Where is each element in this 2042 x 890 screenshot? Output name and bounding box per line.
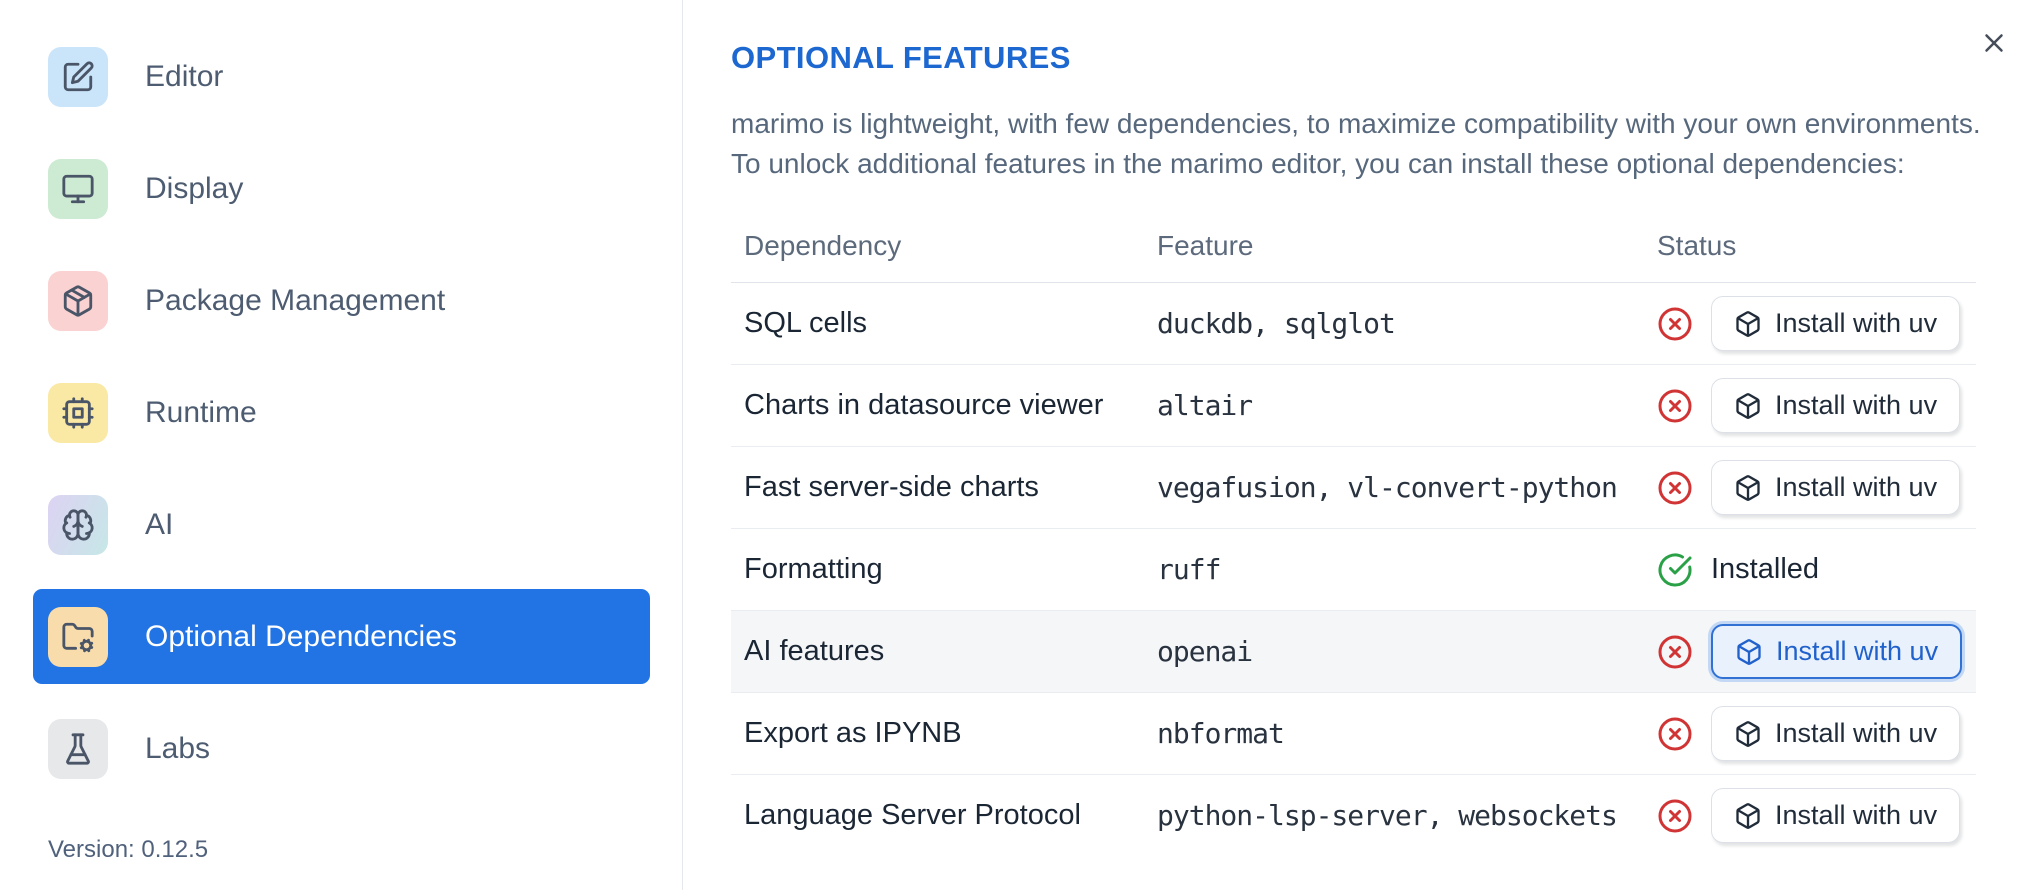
description-line: marimo is lightweight, with few dependen… xyxy=(731,108,1981,139)
sidebar-item-label: Display xyxy=(145,171,244,205)
box-icon xyxy=(1736,720,1760,747)
sidebar-nav: Editor Display Package Management Runtime AI… xyxy=(33,0,650,796)
feature-cell: ruff xyxy=(1157,528,1657,611)
header-dependency: Dependency xyxy=(731,204,1157,283)
feature-cell: openai xyxy=(1157,610,1657,693)
sidebar-item-ai[interactable]: AI xyxy=(33,477,650,572)
install-with-uv-button[interactable]: Install with uv xyxy=(1711,460,1961,515)
table-row: Charts in datasource viewer altair Install… xyxy=(731,364,1976,447)
sidebar-item-label: Labs xyxy=(145,731,211,765)
status-cell: Install with uv xyxy=(1657,446,1976,529)
installed-label: Installed xyxy=(1711,553,1820,585)
optional-features-panel: OPTIONAL FEATURES marimo is lightweight,… xyxy=(684,0,2042,890)
x-icon xyxy=(1985,33,2003,52)
circle-x-icon xyxy=(1658,635,1692,668)
install-with-uv-button[interactable]: Install with uv xyxy=(1711,706,1961,761)
sidebar-item-package-management[interactable]: Package Management xyxy=(33,253,650,348)
sidebar-icon-tile xyxy=(48,494,108,555)
sidebar-item-label: Runtime xyxy=(145,395,257,429)
dependency-cell: Fast server-side charts xyxy=(731,446,1157,529)
settings-dialog: Editor Display Package Management Runtime AI… xyxy=(0,0,2042,890)
box-icon xyxy=(1736,474,1760,501)
install-with-uv-button[interactable]: Install with uv xyxy=(1711,788,1961,843)
sidebar-item-labs[interactable]: Labs xyxy=(33,701,650,796)
install-button-label: Install with uv xyxy=(1776,636,1939,666)
sidebar-item-runtime[interactable]: Runtime xyxy=(33,365,650,460)
box-icon xyxy=(1736,802,1760,829)
flask-icon xyxy=(66,732,90,765)
status-cell: Install with uv xyxy=(1657,774,1976,856)
dependency-cell: SQL cells xyxy=(744,307,868,339)
header-feature: Feature xyxy=(1157,204,1657,283)
install-button-label: Install with uv xyxy=(1775,718,1938,748)
dependency-cell: AI features xyxy=(731,610,1157,693)
sidebar-icon-tile xyxy=(48,46,108,107)
status-cell: Install with uv xyxy=(1657,610,1976,693)
install-with-uv-button[interactable]: Install with uv xyxy=(1711,624,1963,679)
feature-cell: vegafusion, vl-convert-python xyxy=(1157,446,1657,529)
feature-cell: altair xyxy=(1157,364,1657,447)
circle-x-icon xyxy=(1658,471,1692,504)
cpu-icon xyxy=(62,396,94,429)
circle-x-icon xyxy=(1658,799,1692,832)
sidebar-item-label: Editor xyxy=(145,59,224,93)
circle-x-icon xyxy=(1658,717,1692,750)
sidebar-icon-tile xyxy=(48,158,108,219)
feature-cell: duckdb, sqlglot xyxy=(1157,307,1396,340)
dependency-cell: Charts in datasource viewer xyxy=(731,364,1157,447)
circle-x-icon xyxy=(1658,389,1692,422)
close-button[interactable] xyxy=(1976,26,2012,62)
sidebar-item-editor[interactable]: Editor xyxy=(33,29,650,124)
install-button-label: Install with uv xyxy=(1775,390,1938,420)
sidebar-icon-tile xyxy=(48,270,108,331)
folder-cog-icon xyxy=(62,622,94,652)
dependency-cell: Export as IPYNB xyxy=(731,692,1157,775)
install-button-label: Install with uv xyxy=(1775,800,1938,830)
page-title: OPTIONAL FEATURES xyxy=(731,40,1071,75)
table-row: SQL cells duckdb, sqlglot Install with uv xyxy=(731,283,1976,365)
package-icon xyxy=(63,284,93,317)
sidebar-item-label: AI xyxy=(145,507,174,541)
status-cell: Install with uv xyxy=(1657,283,1976,365)
box-icon xyxy=(1737,638,1761,665)
description: marimo is lightweight, with few dependen… xyxy=(731,104,2001,184)
table-row: Export as IPYNB nbformat Install with uv xyxy=(731,692,1976,775)
install-button-label: Install with uv xyxy=(1775,308,1938,338)
table-row: AI features openai Install with uv xyxy=(731,610,1976,693)
dependency-cell: Language Server Protocol xyxy=(731,774,1157,856)
install-with-uv-button[interactable]: Install with uv xyxy=(1711,296,1961,351)
table-row: Language Server Protocol python-lsp-serve… xyxy=(731,774,1976,856)
settings-sidebar: Editor Display Package Management Runtime AI… xyxy=(0,0,683,890)
table-row: Formatting ruff Installed xyxy=(731,528,1976,611)
square-pen-icon xyxy=(63,60,94,91)
circle-x-icon xyxy=(1658,307,1692,340)
table-row: Fast server-side charts vegafusion, vl-co… xyxy=(731,446,1976,529)
box-icon xyxy=(1736,310,1760,337)
header-status: Status xyxy=(1657,204,1976,283)
sidebar-item-display[interactable]: Display xyxy=(33,141,650,236)
status-cell: Installed xyxy=(1657,528,1976,611)
sidebar-item-optional-dependencies[interactable]: Optional Dependencies xyxy=(33,589,650,684)
sidebar-icon-tile xyxy=(48,382,108,443)
description-line: To unlock additional features in the mar… xyxy=(731,148,1905,179)
feature-cell: python-lsp-server, websockets xyxy=(1157,774,1657,856)
monitor-icon xyxy=(62,174,94,203)
box-icon xyxy=(1736,392,1760,419)
brain-icon xyxy=(62,508,94,541)
sidebar-icon-tile xyxy=(48,606,108,667)
sidebar-icon-tile xyxy=(48,718,108,779)
install-button-label: Install with uv xyxy=(1775,472,1938,502)
feature-cell: nbformat xyxy=(1157,692,1657,775)
sidebar-item-label: Optional Dependencies xyxy=(145,619,457,653)
circle-check-icon xyxy=(1658,553,1692,586)
status-cell: Install with uv xyxy=(1657,692,1976,775)
version-label: Version: 0.12.5 xyxy=(48,836,209,863)
table-header-row: Dependency Feature Status xyxy=(731,204,1976,283)
status-cell: Install with uv xyxy=(1657,364,1976,447)
dependencies-table: Dependency Feature Status SQL cells duckd… xyxy=(731,204,1976,856)
install-with-uv-button[interactable]: Install with uv xyxy=(1711,378,1961,433)
sidebar-item-label: Package Management xyxy=(145,283,446,317)
dependency-cell: Formatting xyxy=(731,528,1157,611)
